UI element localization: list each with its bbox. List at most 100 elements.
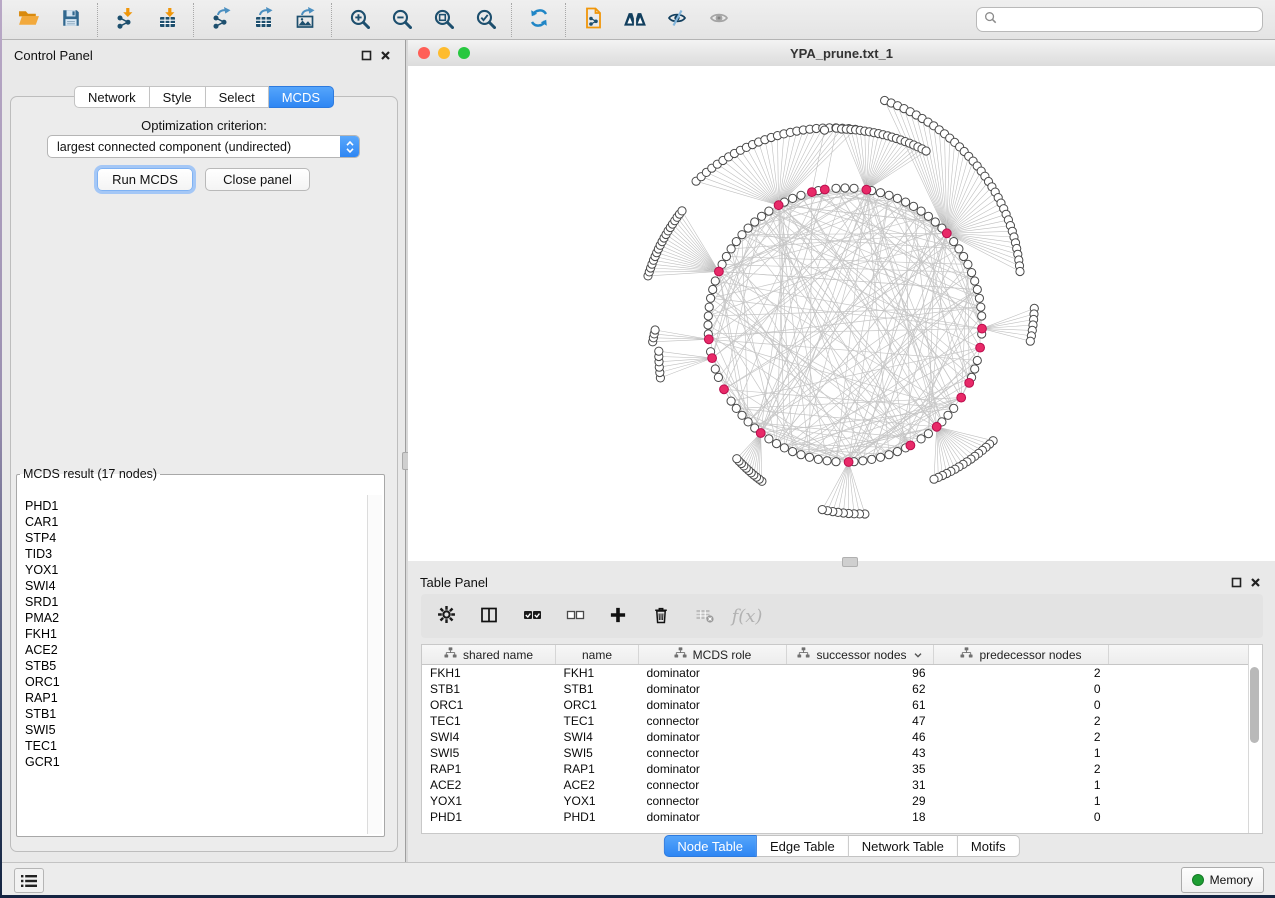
export-image-button[interactable] bbox=[284, 2, 326, 38]
network-node[interactable] bbox=[780, 444, 788, 452]
hide-selected-button[interactable] bbox=[656, 2, 698, 38]
dominator-node[interactable] bbox=[808, 188, 817, 197]
import-table-button[interactable] bbox=[146, 2, 188, 38]
network-node[interactable] bbox=[709, 285, 717, 293]
satellite-node[interactable] bbox=[818, 506, 826, 514]
table-row[interactable]: TEC1TEC1connector472 bbox=[422, 713, 1262, 729]
table-cell[interactable]: 31 bbox=[787, 777, 934, 793]
table-cell[interactable]: FKH1 bbox=[556, 665, 639, 682]
optimization-criterion-select[interactable]: largest connected component (undirected) bbox=[47, 135, 360, 158]
table-row[interactable]: SWI5SWI5connector431 bbox=[422, 745, 1262, 761]
network-node[interactable] bbox=[711, 365, 719, 373]
apply-layout-button[interactable] bbox=[518, 2, 560, 38]
network-node[interactable] bbox=[902, 198, 910, 206]
dominator-node[interactable] bbox=[708, 354, 717, 363]
mcds-result-item[interactable]: ACE2 bbox=[25, 642, 366, 658]
satellite-node[interactable] bbox=[678, 207, 686, 215]
network-node[interactable] bbox=[805, 453, 813, 461]
tab-mcds[interactable]: MCDS bbox=[269, 86, 334, 108]
open-file-button[interactable] bbox=[8, 2, 50, 38]
table-cell[interactable]: connector bbox=[639, 745, 787, 761]
table-cell[interactable]: 46 bbox=[787, 729, 934, 745]
table-row[interactable]: STB1STB1dominator620 bbox=[422, 681, 1262, 697]
table-cell[interactable]: 0 bbox=[934, 681, 1109, 697]
table-scrollbar[interactable] bbox=[1248, 645, 1262, 833]
dominator-node[interactable] bbox=[844, 458, 853, 467]
close-panel-icon[interactable] bbox=[380, 50, 391, 61]
table-row[interactable]: ORC1ORC1dominator610 bbox=[422, 697, 1262, 713]
table-row[interactable]: RAP1RAP1dominator352 bbox=[422, 761, 1262, 777]
mcds-result-item[interactable]: SWI5 bbox=[25, 722, 366, 738]
table-cell[interactable]: YOX1 bbox=[422, 793, 556, 809]
network-node[interactable] bbox=[797, 191, 805, 199]
dominator-node[interactable] bbox=[774, 201, 783, 210]
mcds-result-item[interactable]: RAP1 bbox=[25, 690, 366, 706]
table-cell[interactable]: 62 bbox=[787, 681, 934, 697]
satellite-node[interactable] bbox=[1016, 267, 1024, 275]
dominator-node[interactable] bbox=[820, 185, 829, 194]
search-input[interactable] bbox=[1002, 12, 1255, 28]
table-cell[interactable]: 35 bbox=[787, 761, 934, 777]
table-cell[interactable]: YOX1 bbox=[556, 793, 639, 809]
dominator-node[interactable] bbox=[862, 185, 871, 194]
network-node[interactable] bbox=[704, 321, 712, 329]
table-cell[interactable]: STB1 bbox=[556, 681, 639, 697]
table-cell[interactable]: 1 bbox=[934, 793, 1109, 809]
network-node[interactable] bbox=[973, 356, 981, 364]
network-node[interactable] bbox=[971, 365, 979, 373]
table-cell[interactable]: TEC1 bbox=[556, 713, 639, 729]
network-node[interactable] bbox=[975, 294, 983, 302]
network-node[interactable] bbox=[876, 453, 884, 461]
column-header-predecessor-nodes[interactable]: predecessor nodes bbox=[934, 645, 1109, 665]
mcds-result-item[interactable]: STP4 bbox=[25, 530, 366, 546]
table-cell[interactable]: FKH1 bbox=[422, 665, 556, 682]
horizontal-split-handle[interactable] bbox=[842, 557, 858, 567]
mcds-result-scrollbar[interactable] bbox=[367, 495, 382, 834]
dominator-node[interactable] bbox=[932, 422, 941, 431]
table-cell[interactable]: 96 bbox=[787, 665, 934, 682]
column-header-name[interactable]: name bbox=[556, 645, 639, 665]
table-cell[interactable]: connector bbox=[639, 713, 787, 729]
network-node[interactable] bbox=[765, 207, 773, 215]
table-cell[interactable]: 1 bbox=[934, 777, 1109, 793]
memory-button[interactable]: Memory bbox=[1181, 867, 1264, 893]
mcds-result-item[interactable]: CAR1 bbox=[25, 514, 366, 530]
dominator-node[interactable] bbox=[978, 324, 987, 333]
tab-node-table[interactable]: Node Table bbox=[663, 835, 757, 857]
network-node[interactable] bbox=[765, 435, 773, 443]
network-node[interactable] bbox=[744, 224, 752, 232]
table-cell[interactable]: 0 bbox=[934, 697, 1109, 713]
network-node[interactable] bbox=[885, 191, 893, 199]
network-node[interactable] bbox=[960, 252, 968, 260]
network-node[interactable] bbox=[732, 238, 740, 246]
mcds-result-item[interactable]: TEC1 bbox=[25, 738, 366, 754]
mcds-result-item[interactable]: GCR1 bbox=[25, 754, 366, 770]
tab-network[interactable]: Network bbox=[74, 86, 150, 108]
mcds-result-item[interactable]: YOX1 bbox=[25, 562, 366, 578]
table-scrollbar-thumb[interactable] bbox=[1250, 667, 1259, 743]
export-network-button[interactable] bbox=[200, 2, 242, 38]
network-node[interactable] bbox=[924, 212, 932, 220]
task-history-button[interactable] bbox=[14, 868, 44, 893]
network-node[interactable] bbox=[868, 455, 876, 463]
table-cell[interactable]: dominator bbox=[639, 761, 787, 777]
network-node[interactable] bbox=[850, 184, 858, 192]
network-node[interactable] bbox=[814, 455, 822, 463]
network-node[interactable] bbox=[944, 411, 952, 419]
network-node[interactable] bbox=[977, 303, 985, 311]
zoom-window-icon[interactable] bbox=[458, 47, 470, 59]
network-node[interactable] bbox=[707, 294, 715, 302]
close-table-panel-icon[interactable] bbox=[1250, 577, 1261, 588]
table-cell[interactable]: SWI4 bbox=[556, 729, 639, 745]
table-cell[interactable]: connector bbox=[639, 777, 787, 793]
add-column-button[interactable] bbox=[605, 603, 631, 629]
tab-network-table[interactable]: Network Table bbox=[849, 835, 958, 857]
unselect-all-columns-button[interactable] bbox=[562, 603, 588, 629]
save-session-button[interactable] bbox=[50, 2, 92, 38]
table-cell[interactable]: 1 bbox=[934, 745, 1109, 761]
float-table-panel-icon[interactable] bbox=[1231, 577, 1242, 588]
network-node[interactable] bbox=[711, 277, 719, 285]
network-node[interactable] bbox=[751, 218, 759, 226]
float-panel-icon[interactable] bbox=[361, 50, 372, 61]
table-cell[interactable]: PHD1 bbox=[556, 809, 639, 825]
